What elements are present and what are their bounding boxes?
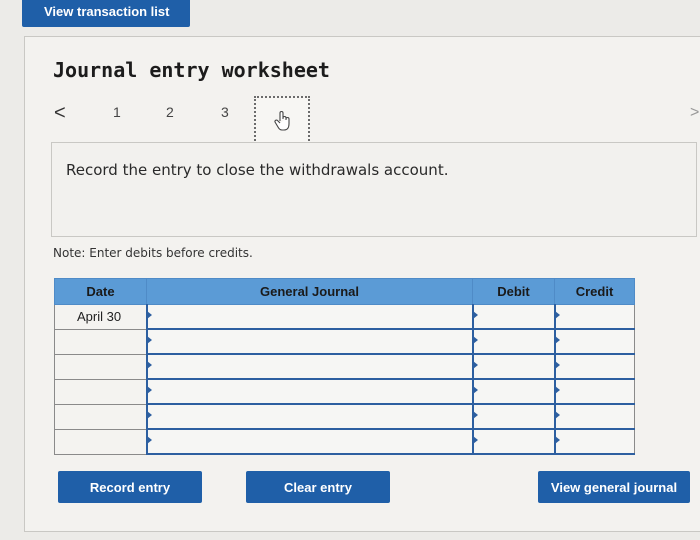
date-cell bbox=[54, 328, 147, 355]
journal-table: Date General Journal Debit Credit April … bbox=[54, 278, 635, 455]
general-journal-input[interactable] bbox=[145, 304, 473, 330]
credit-input[interactable] bbox=[553, 328, 635, 355]
note-text: Note: Enter debits before credits. bbox=[53, 246, 253, 260]
general-journal-input[interactable] bbox=[145, 353, 473, 380]
header-date: Date bbox=[54, 278, 147, 305]
date-cell bbox=[54, 403, 147, 430]
chevron-right-icon[interactable]: > bbox=[690, 104, 699, 122]
header-debit: Debit bbox=[472, 278, 555, 305]
step-3-tab[interactable]: 3 bbox=[221, 104, 229, 120]
credit-input[interactable] bbox=[553, 378, 635, 405]
step-1-tab[interactable]: 1 bbox=[113, 104, 121, 120]
debit-input[interactable] bbox=[471, 304, 555, 330]
view-general-journal-button[interactable]: View general journal bbox=[538, 471, 690, 503]
date-cell: April 30 bbox=[54, 304, 147, 330]
debit-input[interactable] bbox=[471, 428, 555, 455]
debit-input[interactable] bbox=[471, 328, 555, 355]
credit-input[interactable] bbox=[553, 304, 635, 330]
credit-input[interactable] bbox=[553, 403, 635, 430]
general-journal-input[interactable] bbox=[145, 378, 473, 405]
prompt-box: Record the entry to close the withdrawal… bbox=[51, 142, 697, 237]
table-row bbox=[54, 378, 635, 405]
debit-input[interactable] bbox=[471, 378, 555, 405]
table-row bbox=[54, 328, 635, 355]
current-step-tab[interactable] bbox=[254, 96, 310, 144]
date-cell bbox=[54, 378, 147, 405]
header-general-journal: General Journal bbox=[146, 278, 473, 305]
table-row bbox=[54, 353, 635, 380]
step-2-tab[interactable]: 2 bbox=[166, 104, 174, 120]
table-row bbox=[54, 403, 635, 430]
header-credit: Credit bbox=[554, 278, 635, 305]
table-header-row: Date General Journal Debit Credit bbox=[54, 278, 635, 305]
debit-input[interactable] bbox=[471, 403, 555, 430]
page-title: Journal entry worksheet bbox=[53, 58, 330, 82]
clear-entry-button[interactable]: Clear entry bbox=[246, 471, 390, 503]
general-journal-input[interactable] bbox=[145, 328, 473, 355]
table-row bbox=[54, 428, 635, 455]
date-cell bbox=[54, 428, 147, 455]
prompt-text: Record the entry to close the withdrawal… bbox=[66, 161, 449, 179]
date-cell bbox=[54, 353, 147, 380]
table-row: April 30 bbox=[54, 304, 635, 330]
chevron-left-icon[interactable]: < bbox=[54, 102, 66, 125]
view-transaction-list-button[interactable]: View transaction list bbox=[22, 0, 190, 27]
general-journal-input[interactable] bbox=[145, 428, 473, 455]
general-journal-input[interactable] bbox=[145, 403, 473, 430]
credit-input[interactable] bbox=[553, 428, 635, 455]
credit-input[interactable] bbox=[553, 353, 635, 380]
record-entry-button[interactable]: Record entry bbox=[58, 471, 202, 503]
hand-pointer-icon bbox=[274, 111, 290, 131]
debit-input[interactable] bbox=[471, 353, 555, 380]
